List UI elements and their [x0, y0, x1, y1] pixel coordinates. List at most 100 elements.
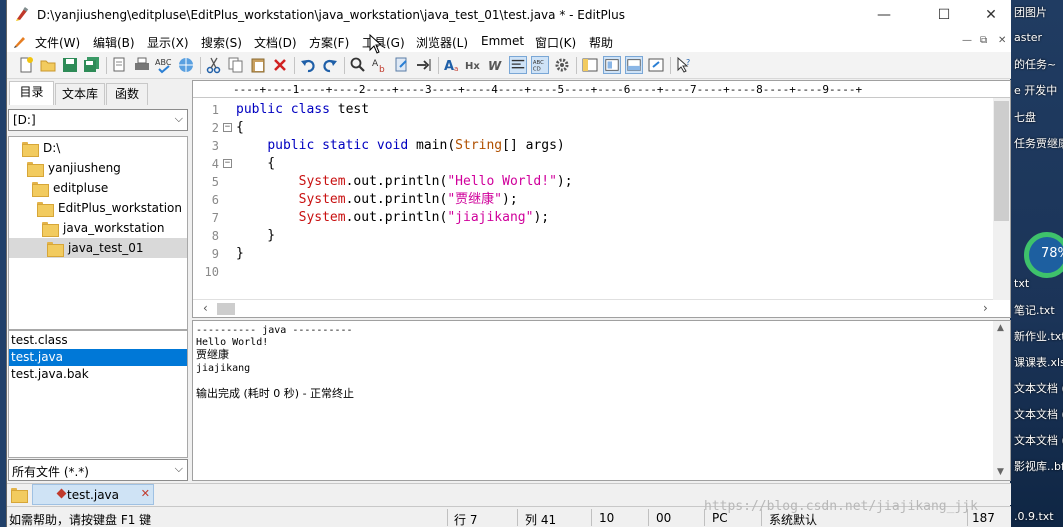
svg-text:ABC: ABC — [155, 58, 172, 67]
desktop-item[interactable]: .0.9.txt — [1014, 510, 1054, 523]
menu-search[interactable]: 搜索(S) — [201, 34, 242, 51]
scroll-up-icon[interactable]: ▲ — [997, 323, 1004, 333]
desktop-item[interactable]: 笔记.txt — [1014, 302, 1055, 318]
tab-cliptext[interactable]: 文本库 — [55, 83, 105, 105]
mdi-close-button[interactable]: ✕ — [998, 35, 1006, 46]
file-item[interactable]: test.class — [9, 332, 187, 349]
undo-icon[interactable] — [299, 56, 317, 74]
desktop-item[interactable]: 文本文档 ( — [1014, 432, 1063, 448]
tree-node[interactable]: yanjiusheng — [27, 158, 186, 178]
redo-icon[interactable] — [321, 56, 339, 74]
desktop-item[interactable]: 七盘 — [1014, 109, 1036, 125]
file-item[interactable]: test.java.bak — [9, 366, 187, 383]
file-filter-select[interactable]: 所有文件 (*.*) ⌵ — [8, 459, 188, 481]
find-in-files-icon[interactable] — [393, 56, 411, 74]
desktop-item[interactable]: aster — [1014, 31, 1042, 44]
settings-gear-icon[interactable] — [553, 56, 571, 74]
print-preview-icon[interactable] — [111, 56, 129, 74]
drive-select[interactable]: [D:] ⌵ — [8, 109, 188, 131]
line-number-toggle-icon[interactable] — [509, 56, 527, 74]
code-editor[interactable]: ----+----1----+----2----+----3----+----4… — [192, 80, 1011, 318]
mdi-minimize-button[interactable]: — — [962, 35, 972, 46]
tree-node[interactable]: D:\ — [22, 138, 186, 158]
desktop-item[interactable]: e 开发中 — [1014, 82, 1057, 98]
menu-window[interactable]: 窗口(K) — [535, 34, 576, 51]
scrollbar-thumb[interactable] — [994, 101, 1009, 221]
maximize-button[interactable]: ☐ — [921, 0, 967, 30]
scrollbar-thumb[interactable] — [217, 303, 235, 315]
identifier: .out.println( — [345, 192, 448, 207]
identifier: .out.println( — [345, 210, 448, 225]
goto-line-icon[interactable] — [415, 56, 433, 74]
menu-document[interactable]: 文档(D) — [254, 34, 297, 51]
menu-browser[interactable]: 浏览器(L) — [416, 34, 468, 51]
menu-view[interactable]: 显示(X) — [147, 34, 189, 51]
desktop-item[interactable]: 影视库..bf — [1014, 458, 1063, 474]
hex-view-icon[interactable]: Hx — [465, 56, 483, 74]
desktop-item[interactable]: 团图片 — [1014, 4, 1047, 20]
new-file-icon[interactable] — [17, 56, 35, 74]
ruler-toggle-icon[interactable]: ABCCD — [531, 56, 549, 74]
desktop-item[interactable]: 文本文档 ( — [1014, 406, 1063, 422]
find-icon[interactable] — [349, 56, 367, 74]
minimize-button[interactable]: — — [861, 0, 907, 30]
tab-functions[interactable]: 函数 — [106, 83, 148, 105]
menu-project[interactable]: 方案(F) — [309, 34, 349, 51]
cliptext-window-icon[interactable] — [603, 56, 621, 74]
scroll-right-icon[interactable]: › — [983, 301, 988, 315]
menu-file[interactable]: 文件(W) — [35, 34, 80, 51]
spell-check-icon[interactable]: ABC — [155, 56, 173, 74]
open-folder-icon[interactable] — [39, 56, 57, 74]
code-line: public class test — [236, 101, 369, 119]
desktop-item[interactable]: 的任务~ — [1014, 56, 1056, 72]
save-icon[interactable] — [61, 56, 79, 74]
replace-icon[interactable]: Ab — [371, 56, 389, 74]
save-all-icon[interactable] — [83, 56, 101, 74]
svg-text:CD: CD — [533, 66, 541, 72]
mdi-restore-button[interactable]: ⧉ — [980, 35, 987, 46]
delete-icon[interactable] — [271, 56, 289, 74]
left-panel: 目录 文本库 函数 [D:] ⌵ D:\ yanjiusheng editplu… — [7, 80, 190, 481]
tab-directory[interactable]: 目录 — [9, 81, 54, 105]
editor-vertical-scrollbar[interactable] — [993, 98, 1010, 300]
editor-horizontal-scrollbar[interactable]: ‹ › — [193, 299, 993, 317]
fullscreen-icon[interactable] — [647, 56, 665, 74]
output-vertical-scrollbar[interactable]: ▲ ▼ — [993, 321, 1010, 480]
font-icon[interactable]: Aa — [443, 56, 461, 74]
help-cursor-icon[interactable]: ? — [675, 56, 693, 74]
word-wrap-icon[interactable]: W — [487, 56, 505, 74]
browser-icon[interactable] — [177, 56, 195, 74]
scroll-down-icon[interactable]: ▼ — [997, 467, 1004, 477]
desktop-item[interactable]: 新作业.txt — [1014, 328, 1063, 344]
print-icon[interactable] — [133, 56, 151, 74]
copy-icon[interactable] — [227, 56, 245, 74]
identifier: test — [329, 102, 370, 117]
desktop-item[interactable]: 文本文档 ( — [1014, 380, 1063, 396]
paste-icon[interactable] — [249, 56, 267, 74]
menu-emmet[interactable]: Emmet — [481, 34, 524, 48]
desktop-item[interactable]: 课课表.xls — [1014, 354, 1063, 370]
folder-icon[interactable] — [11, 488, 28, 503]
title-bar[interactable]: D:\yanjiusheng\editpluse\EditPlus_workst… — [7, 0, 1011, 30]
tree-node[interactable]: editpluse — [32, 178, 186, 198]
tree-node-selected[interactable]: java_test_01 — [9, 238, 187, 258]
menu-edit[interactable]: 编辑(B) — [93, 34, 135, 51]
fold-collapse-icon[interactable]: − — [223, 123, 232, 132]
toolbar-separator — [106, 57, 107, 74]
document-tab[interactable]: test.java ✕ — [32, 484, 154, 505]
menu-help[interactable]: 帮助 — [589, 34, 613, 51]
close-button[interactable]: ✕ — [968, 0, 1014, 30]
close-tab-icon[interactable]: ✕ — [141, 487, 150, 500]
cut-icon[interactable] — [205, 56, 223, 74]
tree-node[interactable]: java_workstation — [42, 218, 186, 238]
fold-collapse-icon[interactable]: − — [223, 159, 232, 168]
desktop-item[interactable]: txt — [1014, 277, 1029, 290]
tree-node[interactable]: EditPlus_workstation — [37, 198, 186, 218]
output-window-icon[interactable] — [625, 56, 643, 74]
desktop-item[interactable]: 任务贾继康 — [1014, 135, 1063, 151]
toolbar-separator — [576, 57, 577, 74]
file-item-selected[interactable]: test.java — [9, 349, 187, 366]
directory-window-icon[interactable] — [581, 56, 599, 74]
output-window[interactable]: ---------- java ---------- Hello World! … — [192, 320, 1011, 481]
scroll-left-icon[interactable]: ‹ — [203, 301, 208, 315]
